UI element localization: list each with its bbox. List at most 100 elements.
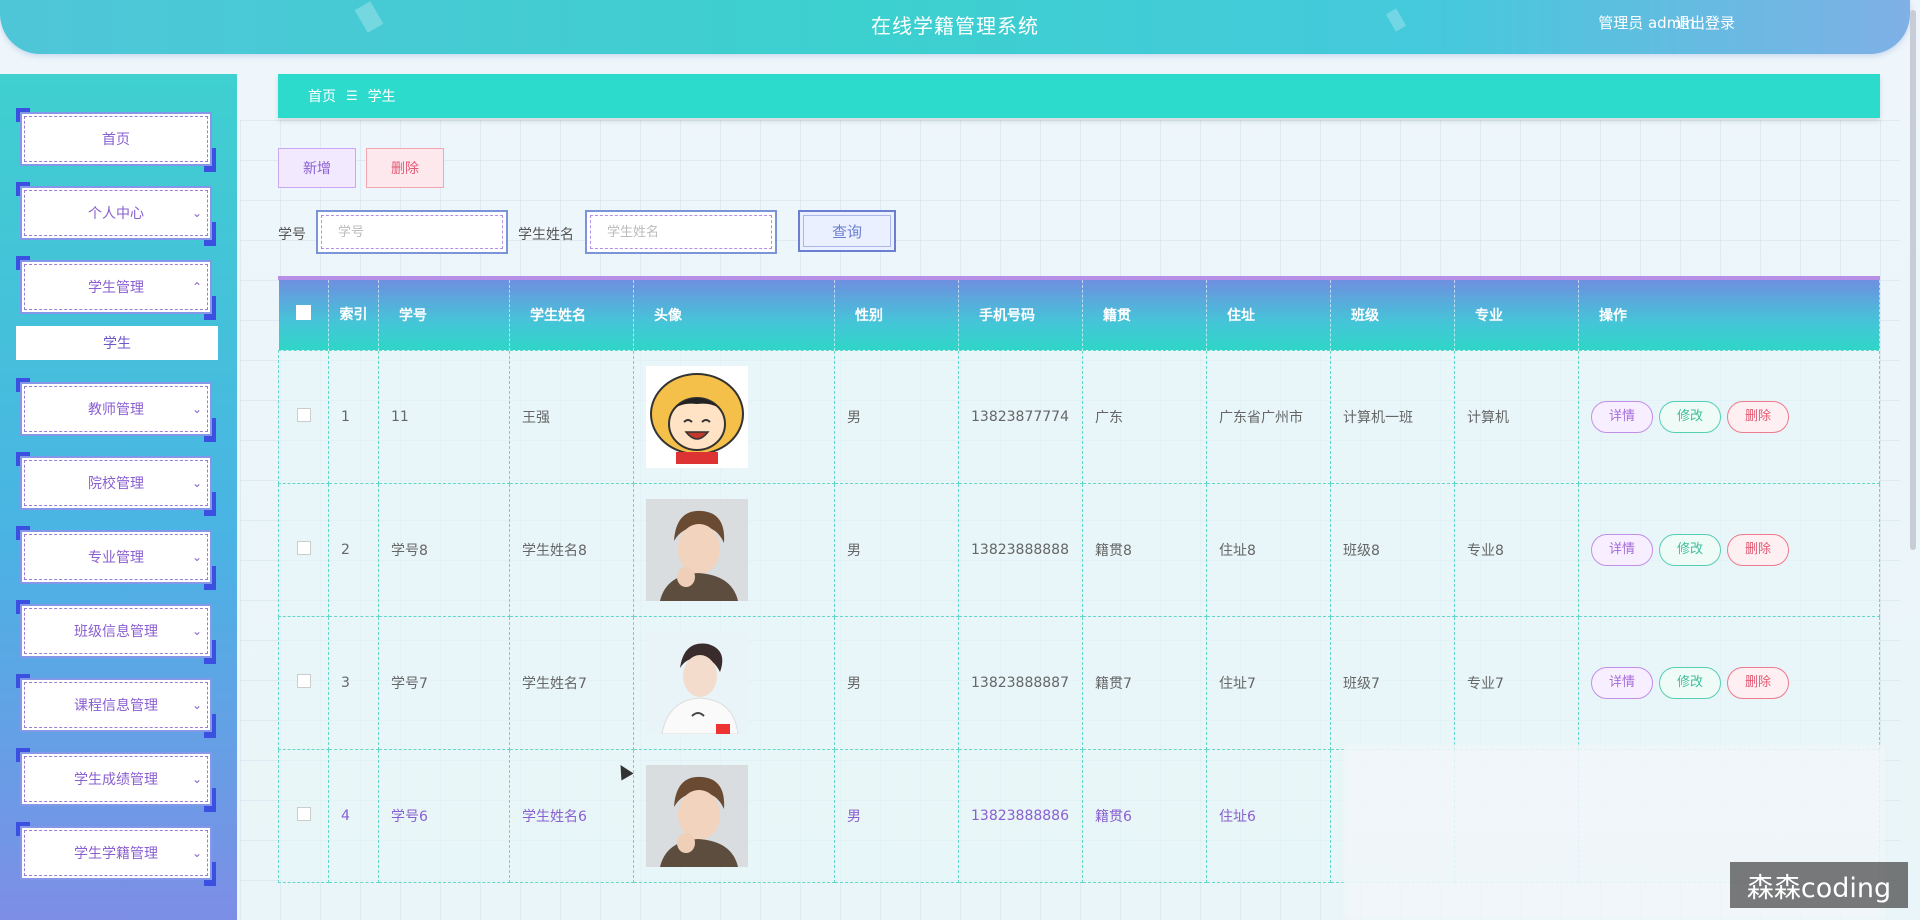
table-row: 2 学号8 学生姓名8 男 13823888888 籍贯8 住址8 班级8 专业… [278,482,1880,617]
student-name-input[interactable] [590,215,772,249]
cell-major: 计算机 [1454,349,1579,484]
column-header-address: 住址 [1206,280,1331,350]
sidebar-item-personal-center[interactable]: 个人中心 ⌄ [16,182,216,246]
cell-student-no: 学号6 [378,748,510,883]
student-no-input[interactable] [321,215,503,249]
delete-button[interactable]: 删除 [1727,666,1789,699]
row-checkbox[interactable] [278,748,329,883]
sidebar-item-label: 学生学籍管理 [74,846,158,862]
delete-button[interactable]: 删除 [1727,533,1789,566]
cell-gender: 男 [834,615,959,750]
cell-address: 广东省广州市 [1206,349,1331,484]
cell-index: 3 [328,615,379,750]
sidebar: 首页 个人中心 ⌄ 学生管理 ⌃ 学生 教师管理 ⌄ 院校管理 ⌄ 专业管理 ⌄… [0,74,237,920]
student-name-field [585,210,777,254]
detail-button[interactable]: 详情 [1591,666,1653,699]
row-checkbox[interactable] [278,615,329,750]
student-name-label: 学生姓名 [518,227,574,243]
chevron-down-icon: ⌄ [191,476,202,490]
cell-class: 计算机一班 [1330,349,1455,484]
top-header: 在线学籍管理系统 管理员 admin 退出登录 [0,0,1910,54]
chevron-down-icon: ⌄ [191,550,202,564]
chevron-down-icon: ⌄ [191,698,202,712]
cell-phone: 13823877774 [958,349,1083,484]
sidebar-item-label: 个人中心 [88,206,144,222]
sidebar-item-label: 学生成绩管理 [74,772,158,788]
sidebar-item-home[interactable]: 首页 [16,108,216,172]
cell-major: 专业8 [1454,482,1579,617]
row-checkbox[interactable] [278,482,329,617]
photo-avatar-image[interactable] [646,631,748,734]
column-header-index: 索引 [328,280,379,350]
cell-native-place: 籍贯6 [1082,748,1207,883]
add-button[interactable]: 新增 [278,148,356,188]
delete-button[interactable]: 删除 [1727,400,1789,433]
chevron-down-icon: ⌄ [191,402,202,416]
cell-index: 1 [328,349,379,484]
cell-class: 班级7 [1330,615,1455,750]
cell-operation: 详情 修改 删除 [1578,349,1880,484]
chevron-down-icon: ⌄ [191,846,202,860]
sidebar-item-class-management[interactable]: 班级信息管理 ⌄ [16,600,216,664]
cell-student-name: 王强 [509,349,634,484]
cell-student-no: 学号8 [378,482,510,617]
query-button-label: 查询 [803,215,891,247]
watermark: 森森coding [1730,862,1908,908]
sidebar-item-label: 专业管理 [88,550,144,566]
breadcrumb-separator-icon: ☰ [346,88,358,104]
sidebar-item-student-management[interactable]: 学生管理 ⌃ [16,256,216,320]
photo-avatar-image[interactable] [646,764,748,867]
edit-button[interactable]: 修改 [1659,533,1721,566]
sidebar-item-enrollment-management[interactable]: 学生学籍管理 ⌄ [16,822,216,886]
sidebar-subitem-student[interactable]: 学生 [16,326,218,360]
table-header-row: 索引 学号 学生姓名 头像 性别 手机号码 籍贯 住址 班级 专业 操作 [278,280,1880,350]
sidebar-item-school-management[interactable]: 院校管理 ⌄ [16,452,216,516]
cell-operation: 详情 修改 删除 [1578,482,1880,617]
breadcrumb-home[interactable]: 首页 [308,86,336,106]
sidebar-item-label: 教师管理 [88,402,144,418]
select-all-checkbox[interactable] [278,280,329,350]
logout-link[interactable]: 退出登录 [1675,12,1735,33]
photo-avatar-image[interactable] [646,498,748,601]
chevron-down-icon: ⌄ [191,624,202,638]
column-header-avatar: 头像 [633,280,835,350]
sidebar-item-label: 课程信息管理 [74,698,158,714]
cell-index: 2 [328,482,379,617]
cell-index: 4 [328,748,379,883]
breadcrumb: 首页 ☰ 学生 [278,74,1880,118]
cell-major: 专业7 [1454,615,1579,750]
sidebar-item-label: 首页 [102,132,130,148]
column-header-student-no: 学号 [378,280,510,350]
cell-avatar [633,748,835,883]
cell-address: 住址7 [1206,615,1331,750]
batch-delete-button[interactable]: 删除 [366,148,444,188]
sidebar-item-course-management[interactable]: 课程信息管理 ⌄ [16,674,216,738]
chevron-down-icon: ⌄ [191,206,202,220]
cartoon-avatar-image[interactable] [646,365,748,468]
page-scrollbar[interactable] [1910,10,1916,550]
detail-button[interactable]: 详情 [1591,533,1653,566]
row-checkbox[interactable] [278,349,329,484]
breadcrumb-current: 学生 [367,89,396,105]
column-header-student-name: 学生姓名 [509,280,634,350]
edit-button[interactable]: 修改 [1659,666,1721,699]
edit-button[interactable]: 修改 [1659,400,1721,433]
detail-button[interactable]: 详情 [1591,400,1653,433]
column-header-major: 专业 [1454,280,1579,350]
cell-phone: 13823888886 [958,748,1083,883]
cell-gender: 男 [834,748,959,883]
sidebar-item-score-management[interactable]: 学生成绩管理 ⌄ [16,748,216,812]
sidebar-item-major-management[interactable]: 专业管理 ⌄ [16,526,216,590]
sidebar-item-teacher-management[interactable]: 教师管理 ⌄ [16,378,216,442]
student-no-field [316,210,508,254]
query-button[interactable]: 查询 [798,210,896,252]
column-header-gender: 性别 [834,280,959,350]
cell-student-name: 学生姓名7 [509,615,634,750]
sidebar-item-label: 班级信息管理 [74,624,158,640]
cell-phone: 13823888888 [958,482,1083,617]
cell-avatar [633,349,835,484]
cell-native-place: 籍贯7 [1082,615,1207,750]
cell-student-name: 学生姓名8 [509,482,634,617]
cell-operation: 详情 修改 删除 [1578,615,1880,750]
chevron-down-icon: ⌄ [191,772,202,786]
